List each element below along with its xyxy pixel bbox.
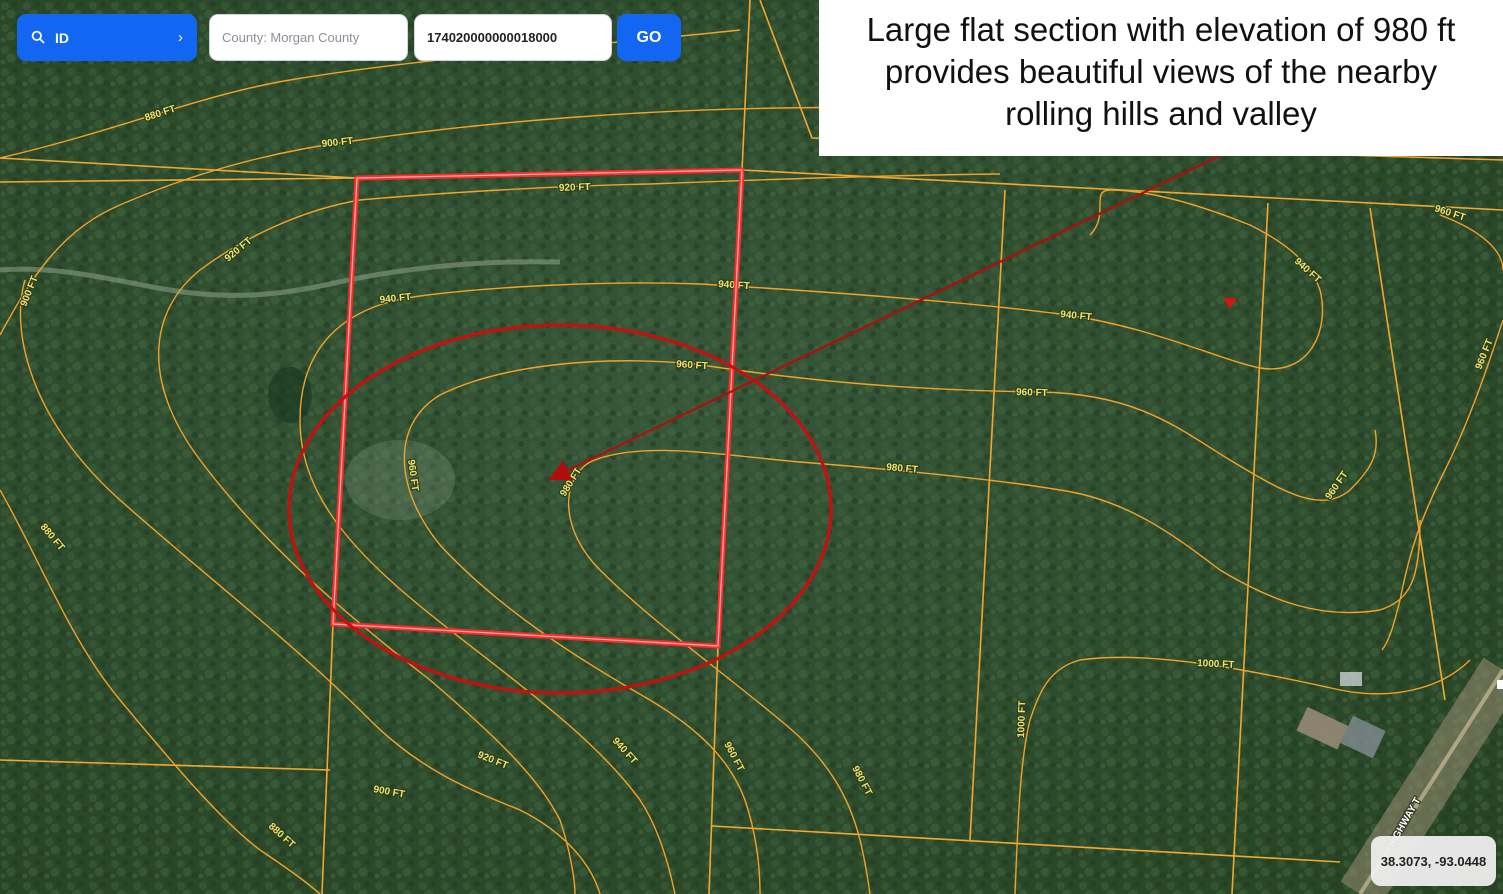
building	[1340, 672, 1362, 686]
clearing	[345, 440, 455, 520]
chevron-right-icon: ›	[178, 29, 183, 46]
edge-handle[interactable]	[1497, 680, 1503, 689]
coordinates-text: 38.3073, -93.0448	[1380, 853, 1487, 869]
contour-label: 960 FT	[1016, 387, 1048, 399]
pond	[268, 367, 312, 423]
coordinates-readout: 38.3073, -93.0448	[1371, 836, 1496, 886]
contour-label: 1000 FT	[1016, 700, 1028, 738]
search-icon	[31, 30, 47, 46]
go-button[interactable]: GO	[617, 14, 681, 61]
parcel-id-input[interactable]	[414, 14, 612, 61]
callout-line: Large flat section with elevation of 980…	[866, 11, 1456, 48]
contour-label: 960 FT	[676, 359, 708, 372]
contour-label: 920 FT	[559, 182, 591, 194]
search-type-button[interactable]: ID ›	[17, 14, 197, 61]
callout-line: provides beautiful views of the nearby	[884, 53, 1438, 90]
county-input[interactable]	[209, 14, 408, 61]
callout-line: rolling hills and valley	[1005, 95, 1317, 132]
annotation-callout: Large flat section with elevation of 980…	[819, 0, 1503, 156]
search-type-label: ID	[55, 29, 69, 46]
contour-label: 1000 FT	[1197, 658, 1235, 671]
